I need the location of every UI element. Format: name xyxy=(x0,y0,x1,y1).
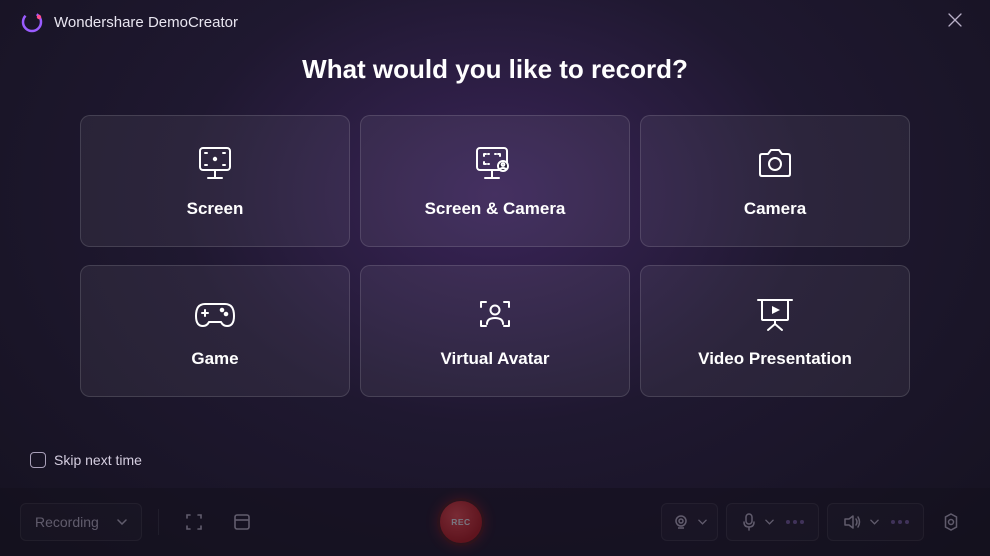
capture-area-button[interactable] xyxy=(175,503,213,541)
title-bar: Wondershare DemoCreator xyxy=(0,0,990,44)
card-label: Camera xyxy=(744,199,806,219)
close-icon[interactable] xyxy=(940,9,970,36)
mode-dropdown[interactable]: Recording xyxy=(20,503,142,541)
card-game[interactable]: Game xyxy=(80,265,350,397)
settings-button[interactable] xyxy=(932,503,970,541)
card-label: Video Presentation xyxy=(698,349,852,369)
card-label: Screen xyxy=(187,199,244,219)
chevron-down-icon xyxy=(117,517,127,528)
card-screen-camera[interactable]: Screen & Camera xyxy=(360,115,630,247)
game-icon xyxy=(189,293,241,335)
card-screen[interactable]: Screen xyxy=(80,115,350,247)
camera-icon xyxy=(750,143,800,185)
virtual-avatar-icon xyxy=(470,293,520,335)
app-logo-icon xyxy=(20,10,44,34)
card-virtual-avatar[interactable]: Virtual Avatar xyxy=(360,265,630,397)
rec-label: REC xyxy=(451,517,470,527)
card-label: Screen & Camera xyxy=(425,199,566,219)
brand: Wondershare DemoCreator xyxy=(20,10,238,34)
app-title: Wondershare DemoCreator xyxy=(54,14,238,31)
webcam-dropdown[interactable] xyxy=(661,503,718,541)
card-video-presentation[interactable]: Video Presentation xyxy=(640,265,910,397)
skip-checkbox[interactable] xyxy=(30,452,46,468)
window-button[interactable] xyxy=(223,503,261,541)
page-heading: What would you like to record? xyxy=(0,54,990,85)
record-button[interactable]: REC xyxy=(437,498,485,546)
mode-label: Recording xyxy=(35,514,99,530)
skip-label[interactable]: Skip next time xyxy=(54,452,142,468)
divider xyxy=(158,509,159,535)
microphone-dropdown[interactable] xyxy=(726,503,819,541)
card-label: Virtual Avatar xyxy=(441,349,550,369)
video-presentation-icon xyxy=(750,293,800,335)
card-camera[interactable]: Camera xyxy=(640,115,910,247)
mic-level-dots xyxy=(786,520,804,524)
screen-camera-icon xyxy=(467,143,523,185)
record-options-grid: Screen Screen & Camera Camera xyxy=(0,115,990,397)
speaker-dropdown[interactable] xyxy=(827,503,924,541)
bottom-toolbar: Recording REC xyxy=(0,488,990,556)
card-label: Game xyxy=(191,349,238,369)
speaker-level-dots xyxy=(891,520,909,524)
skip-row: Skip next time xyxy=(30,452,142,468)
screen-icon xyxy=(190,143,240,185)
